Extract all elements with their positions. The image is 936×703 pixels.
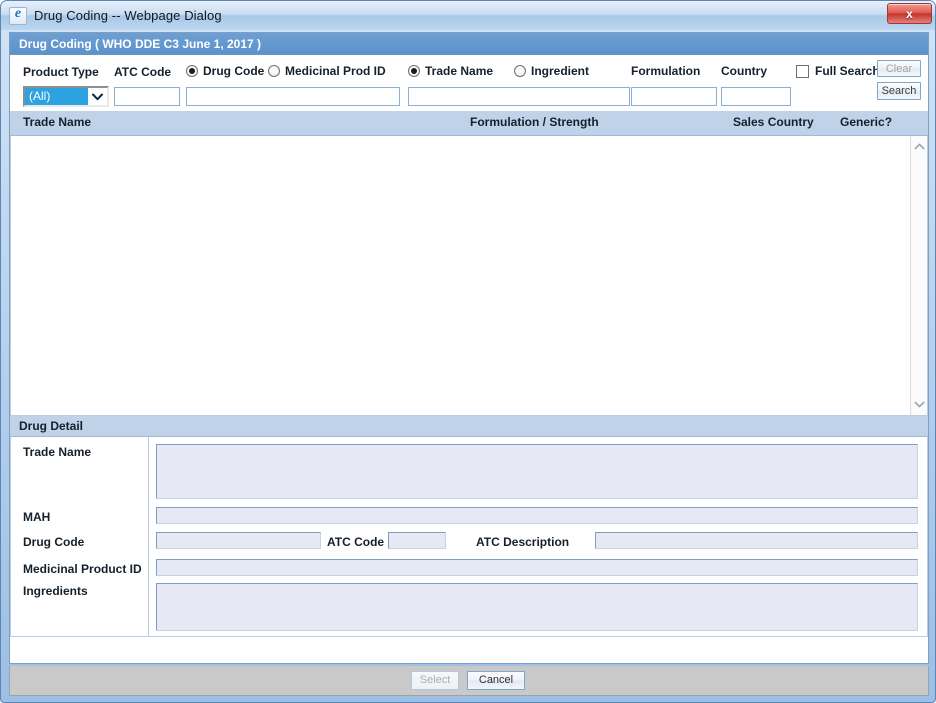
detail-mah-field[interactable] xyxy=(156,507,918,524)
search-filter-bar: Product Type (All) ATC Code Drug Code Me… xyxy=(10,55,928,111)
drug-detail-body: Trade Name MAH Drug Code ATC Code ATC De… xyxy=(10,437,928,637)
detail-atc-description-field[interactable] xyxy=(595,532,918,549)
formulation-input[interactable] xyxy=(631,87,717,106)
dialog-client-area: Drug Coding ( WHO DDE C3 June 1, 2017 ) … xyxy=(9,32,929,664)
results-scrollbar[interactable] xyxy=(910,136,927,415)
results-grid: Trade Name Formulation / Strength Sales … xyxy=(10,111,928,416)
window-title: Drug Coding -- Webpage Dialog xyxy=(34,8,222,23)
select-button[interactable]: Select xyxy=(411,671,459,690)
name-search-input[interactable] xyxy=(408,87,630,106)
detail-medicinal-product-id-label: Medicinal Product ID xyxy=(23,562,142,576)
detail-atc-code-field[interactable] xyxy=(388,532,446,549)
radio-medicinal-prod-id[interactable]: Medicinal Prod ID xyxy=(268,64,386,78)
detail-trade-name-label: Trade Name xyxy=(23,445,92,459)
column-header-trade-name[interactable]: Trade Name xyxy=(23,115,91,129)
clear-button[interactable]: Clear xyxy=(877,60,921,77)
column-header-generic[interactable]: Generic? xyxy=(840,115,892,129)
product-type-value: (All) xyxy=(25,88,88,105)
radio-drug-code-marker[interactable] xyxy=(186,65,198,77)
radio-drug-code-label: Drug Code xyxy=(203,64,265,78)
window-titlebar: Drug Coding -- Webpage Dialog x xyxy=(1,1,935,30)
radio-trade-name[interactable]: Trade Name xyxy=(408,64,493,78)
detail-ingredients-field[interactable] xyxy=(156,583,918,631)
detail-drug-code-field[interactable] xyxy=(156,532,321,549)
drug-coding-dialog-window: Drug Coding -- Webpage Dialog x Drug Cod… xyxy=(0,0,936,703)
dialog-header-label: Drug Coding ( WHO DDE C3 June 1, 2017 ) xyxy=(19,36,262,51)
radio-medicinal-prod-id-marker[interactable] xyxy=(268,65,280,77)
column-header-formulation[interactable]: Formulation / Strength xyxy=(470,115,599,129)
detail-atc-description-label: ATC Description xyxy=(476,535,570,549)
radio-ingredient-marker[interactable] xyxy=(514,65,526,77)
radio-medicinal-prod-id-label: Medicinal Prod ID xyxy=(285,64,386,78)
search-button[interactable]: Search xyxy=(877,82,921,100)
results-grid-body[interactable] xyxy=(10,136,928,416)
results-grid-header: Trade Name Formulation / Strength Sales … xyxy=(10,111,928,136)
cancel-button[interactable]: Cancel xyxy=(467,671,525,690)
full-search-checkbox[interactable]: Full Search xyxy=(796,64,880,78)
radio-trade-name-label: Trade Name xyxy=(425,64,494,78)
chevron-down-icon xyxy=(88,88,107,105)
atc-code-input[interactable] xyxy=(114,87,180,106)
column-header-sales-country[interactable]: Sales Country xyxy=(733,115,814,129)
country-input[interactable] xyxy=(721,87,791,106)
atc-code-label: ATC Code xyxy=(114,65,172,79)
detail-drug-code-label: Drug Code xyxy=(23,535,85,549)
country-label: Country xyxy=(721,64,767,78)
scroll-down-icon[interactable] xyxy=(911,396,928,413)
close-icon[interactable]: x xyxy=(887,3,932,24)
detail-ingredients-label: Ingredients xyxy=(23,584,88,598)
detail-atc-code-label: ATC Code xyxy=(327,535,385,549)
drug-detail-header: Drug Detail xyxy=(10,416,928,437)
drug-detail-header-label: Drug Detail xyxy=(19,419,84,433)
dialog-footer: Select Cancel xyxy=(9,666,929,696)
detail-divider xyxy=(148,437,149,636)
product-type-label: Product Type xyxy=(23,65,99,79)
drug-detail-section: Drug Detail Trade Name MAH Drug Code ATC… xyxy=(10,416,928,637)
radio-trade-name-marker[interactable] xyxy=(408,65,420,77)
product-type-select[interactable]: (All) xyxy=(23,86,109,107)
ie-browser-icon xyxy=(9,6,27,25)
detail-medicinal-product-id-field[interactable] xyxy=(156,559,918,576)
detail-mah-label: MAH xyxy=(23,510,51,524)
scroll-up-icon[interactable] xyxy=(911,138,928,155)
code-search-input[interactable] xyxy=(186,87,400,106)
full-search-label: Full Search xyxy=(815,64,880,78)
dialog-header: Drug Coding ( WHO DDE C3 June 1, 2017 ) xyxy=(10,33,928,55)
full-search-checkbox-box[interactable] xyxy=(796,64,809,78)
radio-ingredient[interactable]: Ingredient xyxy=(514,64,589,78)
formulation-label: Formulation xyxy=(631,64,701,78)
detail-trade-name-field[interactable] xyxy=(156,444,918,499)
radio-ingredient-label: Ingredient xyxy=(531,64,590,78)
radio-drug-code[interactable]: Drug Code xyxy=(186,64,264,78)
